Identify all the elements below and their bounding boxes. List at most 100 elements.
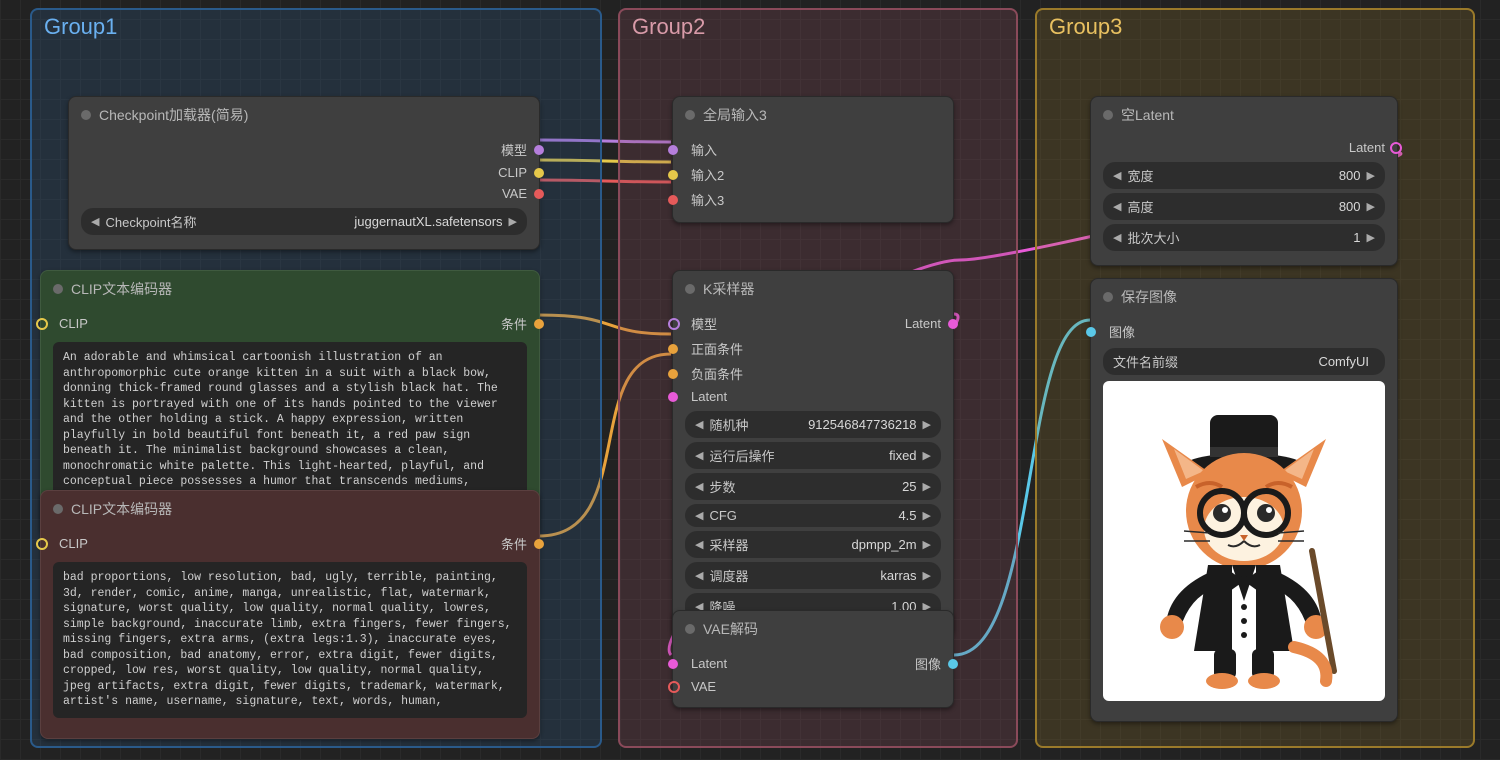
chevron-left-icon[interactable]: ◀ bbox=[1113, 169, 1121, 182]
chevron-left-icon[interactable]: ◀ bbox=[91, 215, 99, 228]
input-3-label: 输入3 bbox=[691, 190, 724, 209]
param-seed[interactable]: ◀ 随机种 912546847736218 ▶ bbox=[685, 411, 941, 438]
chevron-left-icon[interactable]: ◀ bbox=[695, 509, 703, 522]
param-cfg[interactable]: ◀ CFG 4.5 ▶ bbox=[685, 504, 941, 527]
chevron-left-icon[interactable]: ◀ bbox=[695, 480, 703, 493]
chevron-left-icon[interactable]: ◀ bbox=[695, 449, 703, 462]
param-after[interactable]: ◀ 运行后操作 fixed ▶ bbox=[685, 442, 941, 469]
ksampler-negative-label: 负面条件 bbox=[691, 364, 743, 383]
port-latent-out[interactable] bbox=[948, 319, 958, 329]
port-vae[interactable] bbox=[534, 189, 544, 199]
output-label-vae: VAE bbox=[502, 186, 527, 201]
chevron-left-icon[interactable]: ◀ bbox=[695, 418, 703, 431]
node-ksampler[interactable]: K采样器 模型 Latent 正面条件 负面条件 Latent ◀ 随机种 91… bbox=[672, 270, 954, 635]
chevron-right-icon[interactable]: ▶ bbox=[923, 538, 931, 551]
node-title[interactable]: CLIP文本编码器 bbox=[41, 491, 539, 527]
node-empty-latent[interactable]: 空Latent Latent ◀ 宽度 800 ▶ ◀ 高度 800 ▶ ◀ 批… bbox=[1090, 96, 1398, 266]
save-image-title: 保存图像 bbox=[1121, 287, 1177, 307]
chevron-right-icon[interactable]: ▶ bbox=[923, 480, 931, 493]
collapse-dot-icon[interactable] bbox=[81, 110, 91, 120]
param-batch[interactable]: ◀ 批次大小 1 ▶ bbox=[1103, 224, 1385, 251]
node-vae-decode[interactable]: VAE解码 Latent 图像 VAE bbox=[672, 610, 954, 708]
node-title[interactable]: K采样器 bbox=[673, 271, 953, 307]
chevron-left-icon[interactable]: ◀ bbox=[695, 569, 703, 582]
clip-pos-title: CLIP文本编码器 bbox=[71, 279, 172, 299]
chevron-right-icon[interactable]: ▶ bbox=[923, 509, 931, 522]
node-title[interactable]: 全局输入3 bbox=[673, 97, 953, 133]
param-sampler[interactable]: ◀ 采样器 dpmpp_2m ▶ bbox=[685, 531, 941, 558]
input-2-label: 输入2 bbox=[691, 165, 724, 184]
collapse-dot-icon[interactable] bbox=[53, 504, 63, 514]
node-title[interactable]: VAE解码 bbox=[673, 611, 953, 647]
port-latent-out[interactable] bbox=[1390, 142, 1402, 154]
port-model[interactable] bbox=[534, 145, 544, 155]
port-clip[interactable] bbox=[534, 168, 544, 178]
param-filename-prefix[interactable]: 文件名前缀 ComfyUI bbox=[1103, 348, 1385, 375]
vae-latent-label: Latent bbox=[691, 656, 727, 671]
chevron-right-icon[interactable]: ▶ bbox=[923, 449, 931, 462]
node-title[interactable]: 保存图像 bbox=[1091, 279, 1397, 315]
port-clip-in[interactable] bbox=[36, 538, 48, 550]
port-positive-in[interactable] bbox=[668, 344, 678, 354]
output-image-preview[interactable] bbox=[1103, 381, 1385, 701]
port-negative-in[interactable] bbox=[668, 369, 678, 379]
node-title[interactable]: Checkpoint加载器(简易) bbox=[69, 97, 539, 133]
chevron-right-icon[interactable]: ▶ bbox=[1367, 231, 1375, 244]
param-scheduler[interactable]: ◀ 调度器 karras ▶ bbox=[685, 562, 941, 589]
empty-latent-out-label: Latent bbox=[1349, 140, 1385, 155]
group-1-label: Group1 bbox=[44, 14, 117, 40]
node-save-image[interactable]: 保存图像 图像 文件名前缀 ComfyUI bbox=[1090, 278, 1398, 722]
port-conditioning-out[interactable] bbox=[534, 539, 544, 549]
param-width[interactable]: ◀ 宽度 800 ▶ bbox=[1103, 162, 1385, 189]
group-3-label: Group3 bbox=[1049, 14, 1122, 40]
collapse-dot-icon[interactable] bbox=[53, 284, 63, 294]
ksampler-model-label: 模型 bbox=[691, 314, 717, 333]
clip-neg-title: CLIP文本编码器 bbox=[71, 499, 172, 519]
param-steps[interactable]: ◀ 步数 25 ▶ bbox=[685, 473, 941, 500]
chevron-right-icon[interactable]: ▶ bbox=[923, 418, 931, 431]
port-vae-in[interactable] bbox=[668, 681, 680, 693]
positive-prompt-text[interactable]: An adorable and whimsical cartoonish ill… bbox=[53, 342, 527, 513]
vae-decode-title: VAE解码 bbox=[703, 619, 758, 639]
port-in-2[interactable] bbox=[668, 170, 678, 180]
node-global-input[interactable]: 全局输入3 输入 输入2 输入3 bbox=[672, 96, 954, 223]
cat-illustration-icon bbox=[1114, 391, 1374, 691]
chevron-left-icon[interactable]: ◀ bbox=[1113, 200, 1121, 213]
port-image-in[interactable] bbox=[1086, 327, 1096, 337]
empty-latent-title: 空Latent bbox=[1121, 105, 1174, 125]
node-clip-negative[interactable]: CLIP文本编码器 CLIP 条件 bad proportions, low r… bbox=[40, 490, 540, 739]
port-image-out[interactable] bbox=[948, 659, 958, 669]
checkpoint-param-label: Checkpoint名称 bbox=[99, 212, 354, 231]
chevron-right-icon[interactable]: ▶ bbox=[509, 215, 517, 228]
node-checkpoint-loader[interactable]: Checkpoint加载器(简易) 模型 CLIP VAE ◀ Checkpoi… bbox=[68, 96, 540, 250]
node-title[interactable]: CLIP文本编码器 bbox=[41, 271, 539, 307]
collapse-dot-icon[interactable] bbox=[1103, 292, 1113, 302]
port-in-1[interactable] bbox=[668, 145, 678, 155]
param-height[interactable]: ◀ 高度 800 ▶ bbox=[1103, 193, 1385, 220]
checkpoint-selector[interactable]: ◀ Checkpoint名称 juggernautXL.safetensors … bbox=[81, 208, 527, 235]
global-input-title: 全局输入3 bbox=[703, 105, 767, 125]
chevron-right-icon[interactable]: ▶ bbox=[1367, 200, 1375, 213]
collapse-dot-icon[interactable] bbox=[685, 284, 695, 294]
clip-pos-output-label: 条件 bbox=[501, 314, 527, 333]
port-latent-in[interactable] bbox=[668, 392, 678, 402]
chevron-right-icon[interactable]: ▶ bbox=[923, 569, 931, 582]
port-clip-in[interactable] bbox=[36, 318, 48, 330]
negative-prompt-text[interactable]: bad proportions, low resolution, bad, ug… bbox=[53, 562, 527, 718]
chevron-right-icon[interactable]: ▶ bbox=[1367, 169, 1375, 182]
port-conditioning-out[interactable] bbox=[534, 319, 544, 329]
port-latent-in[interactable] bbox=[668, 659, 678, 669]
chevron-left-icon[interactable]: ◀ bbox=[695, 538, 703, 551]
port-model-in[interactable] bbox=[668, 318, 680, 330]
output-label-model: 模型 bbox=[501, 140, 527, 159]
ksampler-positive-label: 正面条件 bbox=[691, 339, 743, 358]
collapse-dot-icon[interactable] bbox=[685, 624, 695, 634]
node-title[interactable]: 空Latent bbox=[1091, 97, 1397, 133]
checkpoint-title: Checkpoint加载器(简易) bbox=[99, 105, 248, 125]
chevron-left-icon[interactable]: ◀ bbox=[1113, 231, 1121, 244]
collapse-dot-icon[interactable] bbox=[685, 110, 695, 120]
collapse-dot-icon[interactable] bbox=[1103, 110, 1113, 120]
port-in-3[interactable] bbox=[668, 195, 678, 205]
output-label-clip: CLIP bbox=[498, 165, 527, 180]
save-image-input-label: 图像 bbox=[1109, 322, 1135, 341]
